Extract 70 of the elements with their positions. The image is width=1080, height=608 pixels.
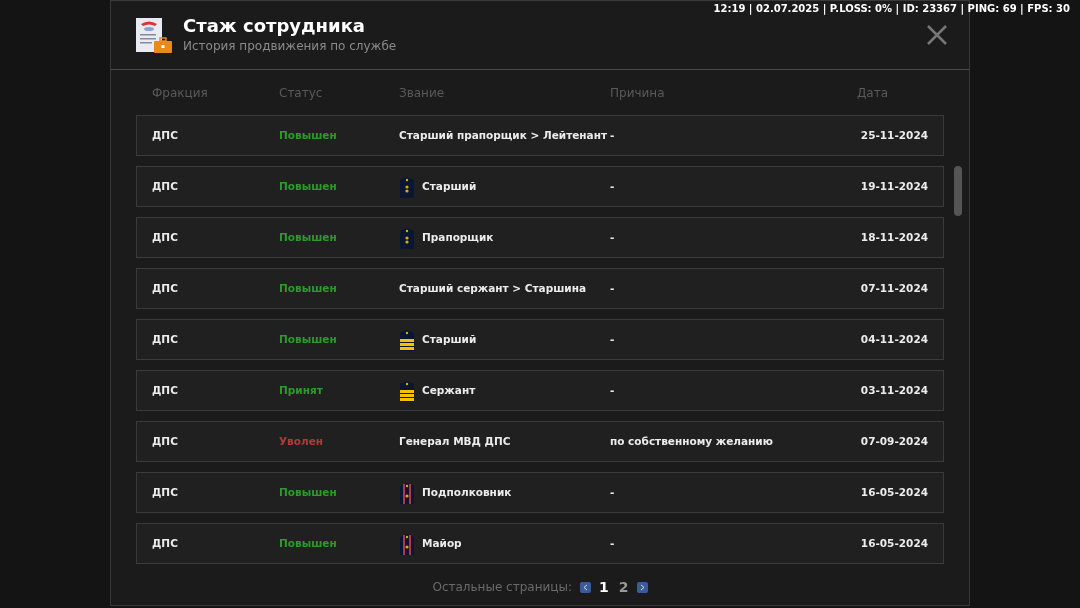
column-header: Дата (856, 84, 889, 102)
faction-cell-text: ДПС (152, 280, 179, 296)
close-icon (927, 25, 947, 45)
scrollbar[interactable] (954, 166, 962, 216)
status-cell-text: Уволен (279, 433, 325, 449)
close-button[interactable] (925, 23, 949, 47)
date-cell-text: 16-05-2024 (860, 535, 928, 551)
reason-cell-text: - (610, 382, 616, 398)
reason-cell-text: - (610, 127, 616, 143)
faction-cell-text: ДПС (152, 229, 179, 245)
epaulet-icon (399, 481, 415, 504)
faction-cell-text: ДПС (152, 535, 179, 551)
reason-cell-text: - (610, 331, 616, 347)
status-cell-text: Повышен (279, 127, 338, 143)
faction-cell-text: ДПС (152, 127, 179, 143)
date-cell-text: 25-11-2024 (860, 127, 928, 143)
previous-page-button[interactable] (580, 581, 591, 593)
window-title: Стаж сотрудника (183, 15, 366, 37)
chevron-right-icon (639, 583, 645, 591)
rank-cell-text: Старший (422, 178, 477, 194)
date-cell-text: 16-05-2024 (860, 484, 928, 500)
reason-cell-text: - (610, 535, 616, 551)
faction-cell-text: ДПС (152, 433, 179, 449)
window-subtitle: История продвижения по службе (183, 38, 397, 55)
rank-cell-text: Генерал МВД ДПС (399, 433, 511, 449)
rank-cell-text: Старший (422, 331, 477, 347)
epaulet-icon (399, 175, 415, 198)
reason-cell-text: - (610, 229, 616, 245)
date-cell-text: 18-11-2024 (860, 229, 928, 245)
rank-cell-text: Сержант (422, 382, 476, 398)
status-cell-text: Повышен (279, 178, 338, 194)
epaulet-icon (399, 532, 415, 555)
faction-cell-text: ДПС (152, 178, 179, 194)
epaulet-icon (399, 328, 415, 351)
document-briefcase-icon (135, 16, 173, 54)
rank-cell-text: Подполковник (422, 484, 512, 500)
rank-cell-text: Старший сержант > Старшина (399, 280, 586, 296)
rank-cell-text: Старший прапорщик > Лейтенант (399, 127, 608, 143)
status-cell-text: Повышен (279, 331, 338, 347)
chevron-left-icon (583, 583, 588, 591)
date-cell-text: 19-11-2024 (860, 178, 928, 194)
date-cell-text: 03-11-2024 (860, 382, 928, 398)
rank-cell-text: Прапорщик (422, 229, 494, 245)
reason-cell-text: по собственному желанию (610, 433, 774, 449)
reason-cell-text: - (610, 280, 616, 296)
pagination-label: Остальные страницы: (432, 579, 572, 596)
status-cell-text: Повышен (279, 280, 338, 296)
rank-cell-text: Майор (422, 535, 462, 551)
column-header: Звание (399, 84, 446, 102)
date-cell-text: 07-11-2024 (860, 280, 928, 296)
page-link[interactable]: 1 (597, 576, 611, 598)
faction-cell-text: ДПС (152, 331, 179, 347)
column-header: Фракция (152, 84, 209, 102)
date-cell-text: 04-11-2024 (860, 331, 928, 347)
date-cell-text: 07-09-2024 (860, 433, 928, 449)
column-header: Причина (610, 84, 666, 102)
next-page-button[interactable] (636, 581, 648, 593)
reason-cell-text: - (610, 178, 616, 194)
epaulet-icon (399, 379, 415, 402)
status-cell-text: Повышен (279, 229, 338, 245)
faction-cell-text: ДПС (152, 382, 179, 398)
status-cell-text: Повышен (279, 484, 338, 500)
reason-cell-text: - (610, 484, 616, 500)
column-header: Статус (279, 84, 324, 102)
hud-status: 12:19 | 02.07.2025 | P.LOSS: 0% | ID: 23367 | PING: 69 | FPS: 30 (713, 2, 1070, 16)
faction-cell-text: ДПС (152, 484, 179, 500)
status-cell-text: Принят (279, 382, 324, 398)
status-cell-text: Повышен (279, 535, 338, 551)
epaulet-icon (399, 226, 415, 249)
page-link[interactable]: 2 (616, 576, 631, 598)
